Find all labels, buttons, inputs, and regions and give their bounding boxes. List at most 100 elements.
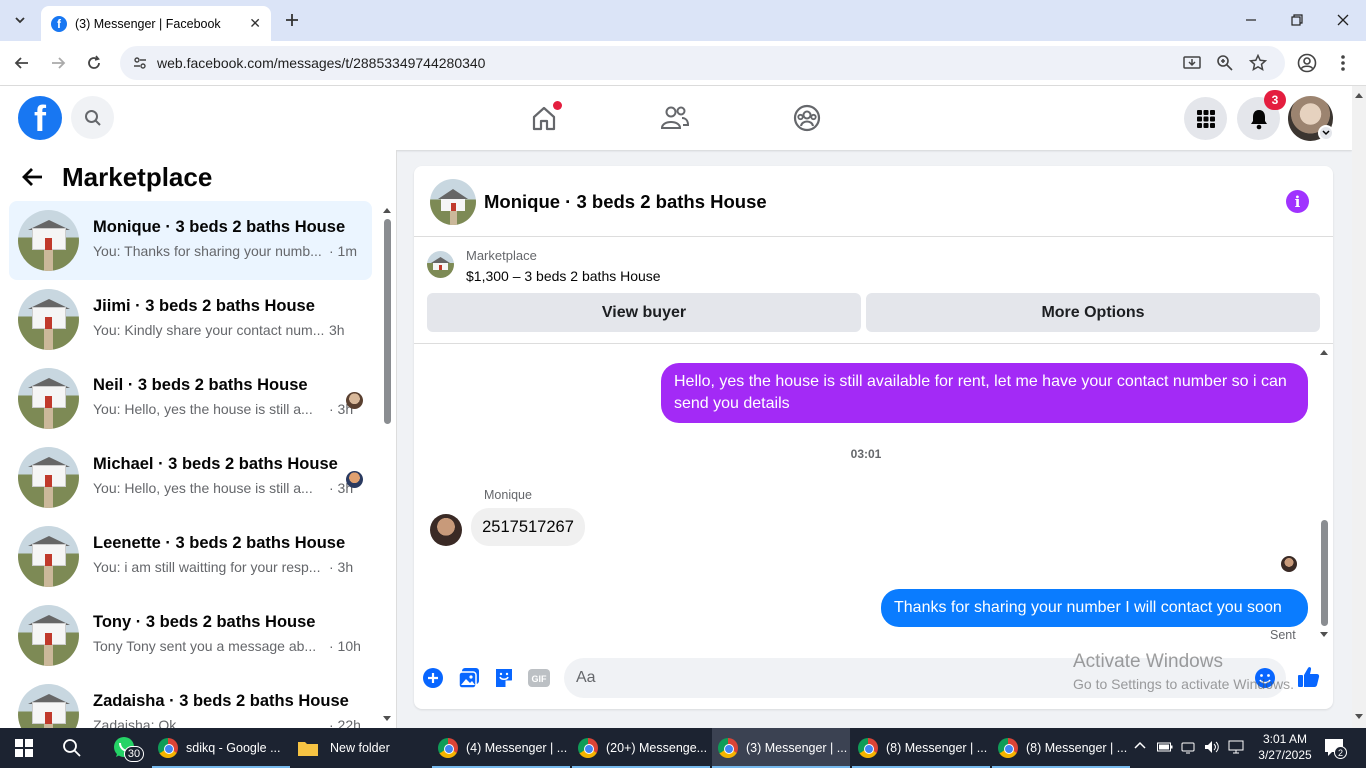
volume-icon[interactable] xyxy=(1204,740,1220,757)
notification-center-icon[interactable]: 2 xyxy=(1324,738,1347,761)
facebook-header: f 3 xyxy=(0,86,1352,150)
info-icon[interactable]: i xyxy=(1286,190,1309,213)
start-windows-icon[interactable] xyxy=(0,728,48,768)
show-hidden-icons-chevron-icon[interactable] xyxy=(1134,740,1146,755)
attach-photo-icon[interactable] xyxy=(457,666,481,690)
browser-tab-active[interactable]: f (3) Messenger | Facebook ✕ xyxy=(41,6,271,41)
activate-windows-watermark: Activate Windows xyxy=(1073,651,1223,672)
chrome-icon xyxy=(438,738,458,758)
listing-thumbnail xyxy=(18,447,79,508)
menu-grid-icon[interactable] xyxy=(1184,97,1227,140)
meet-now-icon[interactable] xyxy=(1181,740,1195,757)
listing-thumbnail xyxy=(18,605,79,666)
chrome-icon xyxy=(578,738,598,758)
conversation-item-jiimi[interactable]: Jiimi · 3 beds 2 baths House You: Kindly… xyxy=(9,280,372,359)
home-notification-dot xyxy=(553,101,562,110)
scroll-down-arrow-icon xyxy=(1320,632,1328,637)
reload-icon[interactable] xyxy=(82,51,106,75)
scroll-up-arrow-icon xyxy=(1355,93,1363,98)
scroll-down-arrow-icon xyxy=(1355,714,1363,719)
conversation-item-leenette[interactable]: Leenette · 3 beds 2 baths House You: i a… xyxy=(9,517,372,596)
chat-listing-avatar[interactable] xyxy=(430,179,476,225)
chrome-icon xyxy=(858,738,878,758)
more-actions-plus-icon[interactable] xyxy=(421,666,445,690)
conversation-name: Tony · 3 beds 2 baths House xyxy=(93,613,316,631)
url-text: web.facebook.com/messages/t/288533497442… xyxy=(157,55,486,71)
scroll-up-arrow-icon xyxy=(383,208,391,213)
sticker-icon[interactable] xyxy=(492,666,516,690)
sender-avatar[interactable] xyxy=(430,514,462,546)
address-bar[interactable]: web.facebook.com/messages/t/288533497442… xyxy=(120,46,1285,80)
browser-tab-strip: f (3) Messenger | Facebook ✕ xyxy=(0,0,1366,41)
tab-close-icon[interactable]: ✕ xyxy=(249,15,261,32)
install-app-icon[interactable] xyxy=(1183,54,1201,75)
taskbar-item-folder[interactable]: New folder xyxy=(292,728,430,768)
conversation-item-monique[interactable]: Monique · 3 beds 2 baths House You: Than… xyxy=(9,201,372,280)
conversation-item-michael[interactable]: Michael · 3 beds 2 baths House You: Hell… xyxy=(9,438,372,517)
facebook-logo-icon[interactable]: f xyxy=(18,96,62,140)
taskbar-item-chrome[interactable]: (20+) Messenge... xyxy=(572,728,710,768)
zoom-icon[interactable] xyxy=(1216,54,1234,75)
scrollbar-thumb[interactable] xyxy=(384,219,391,424)
network-icon[interactable] xyxy=(1228,740,1244,757)
facebook-favicon-icon: f xyxy=(51,15,67,32)
folder-icon xyxy=(298,742,318,756)
back-arrow-icon[interactable] xyxy=(20,164,50,194)
taskbar-item-chrome[interactable]: (8) Messenger | ... xyxy=(992,728,1130,768)
incoming-message[interactable]: 2517517267 xyxy=(471,508,585,546)
whatsapp-count-badge: 30 xyxy=(124,746,144,762)
groups-icon[interactable] xyxy=(787,98,827,138)
profile-icon[interactable] xyxy=(1295,51,1319,75)
conversation-name: Michael · 3 beds 2 baths House xyxy=(93,455,338,473)
outgoing-message[interactable]: Thanks for sharing your number I will co… xyxy=(881,589,1308,627)
minimize-window-icon[interactable] xyxy=(1236,8,1266,32)
clock-time: 3:01 AM xyxy=(1262,732,1308,746)
tab-search-chevron-icon[interactable] xyxy=(8,8,32,32)
close-window-icon[interactable] xyxy=(1328,8,1358,32)
conversation-item-tony[interactable]: Tony · 3 beds 2 baths House Tony Tony se… xyxy=(9,596,372,675)
restore-window-icon[interactable] xyxy=(1282,8,1312,32)
conversation-name: Neil · 3 beds 2 baths House xyxy=(93,376,308,394)
marketplace-conversation-list: Marketplace Monique · 3 beds 2 baths Hou… xyxy=(0,150,397,728)
bookmark-star-icon[interactable] xyxy=(1248,53,1268,75)
battery-icon[interactable] xyxy=(1157,741,1173,756)
windows-taskbar: 30 sdikq - Google ... New folder (4) Mes… xyxy=(0,728,1366,768)
outgoing-message[interactable]: Hello, yes the house is still available … xyxy=(661,363,1308,423)
page-scrollbar[interactable] xyxy=(1352,86,1366,728)
conversation-list-scrollbar[interactable] xyxy=(380,205,394,728)
forward-arrow-icon[interactable] xyxy=(46,51,70,75)
chrome-icon xyxy=(718,738,738,758)
taskbar-search-icon[interactable] xyxy=(48,728,96,768)
more-options-button[interactable]: More Options xyxy=(866,293,1320,332)
browser-menu-icon[interactable] xyxy=(1331,51,1355,75)
gif-icon[interactable]: GIF xyxy=(527,666,551,690)
taskbar-item-chrome-active[interactable]: (3) Messenger | ... xyxy=(712,728,850,768)
listing-thumbnail xyxy=(18,526,79,587)
system-clock[interactable]: 3:01 AM 3/27/2025 xyxy=(1253,731,1317,763)
view-buyer-button[interactable]: View buyer xyxy=(427,293,861,332)
site-settings-icon[interactable] xyxy=(132,55,148,74)
taskbar-item-chrome[interactable]: sdikq - Google ... xyxy=(152,728,290,768)
conversation-item-neil[interactable]: Neil · 3 beds 2 baths House You: Hello, … xyxy=(9,359,372,438)
whatsapp-icon[interactable]: 30 xyxy=(100,728,148,768)
chat-title[interactable]: Monique · 3 beds 2 baths House xyxy=(484,191,767,213)
scroll-up-arrow-icon xyxy=(1320,350,1328,355)
home-icon[interactable] xyxy=(524,98,564,138)
message-timestamp: 03:01 xyxy=(850,447,882,461)
listing-thumbnail xyxy=(18,210,79,271)
chat-scrollbar[interactable] xyxy=(1317,346,1331,642)
like-thumbs-up-icon[interactable] xyxy=(1297,665,1321,689)
search-icon[interactable] xyxy=(71,96,114,139)
friends-icon[interactable] xyxy=(655,98,695,138)
taskbar-item-chrome[interactable]: (4) Messenger | ... xyxy=(432,728,570,768)
listing-price[interactable]: $1,300 – 3 beds 2 baths House xyxy=(466,268,661,284)
new-tab-icon[interactable] xyxy=(280,8,304,32)
account-chevron-icon[interactable] xyxy=(1318,125,1334,141)
conversation-item-zadaisha[interactable]: Zadaisha · 3 beds 2 baths House Zadaisha… xyxy=(9,675,372,728)
back-arrow-icon[interactable] xyxy=(10,51,34,75)
taskbar-item-chrome[interactable]: (8) Messenger | ... xyxy=(852,728,990,768)
panel-title: Marketplace xyxy=(62,162,213,192)
scrollbar-thumb[interactable] xyxy=(1321,520,1328,626)
conversation-name: Monique · 3 beds 2 baths House xyxy=(93,218,346,236)
chrome-icon xyxy=(998,738,1018,758)
